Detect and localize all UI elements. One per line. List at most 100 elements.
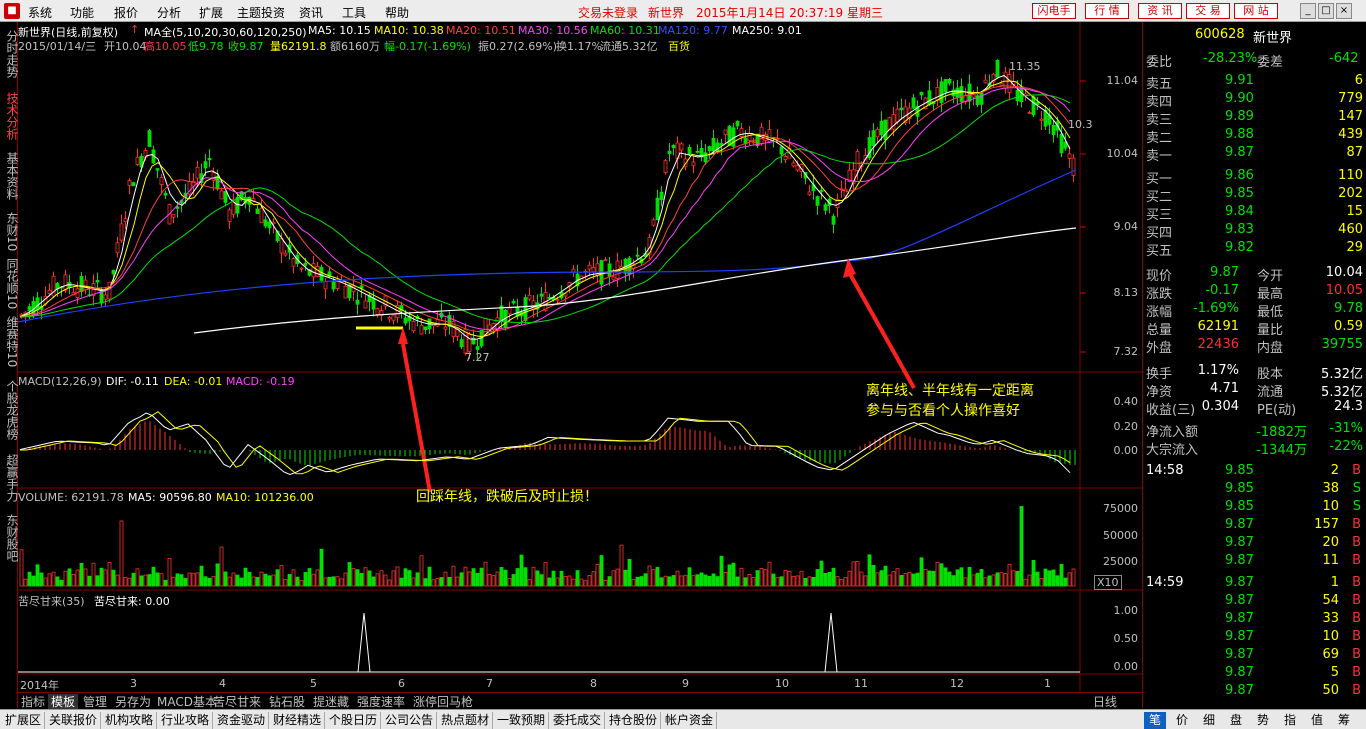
time-tick-4: 4 (219, 677, 226, 690)
right-tab-2[interactable]: 细 (1198, 712, 1220, 729)
side-tab-eastmoney[interactable]: 东财10 (0, 208, 19, 256)
nav-finance-picks[interactable]: 财经精选 (270, 712, 326, 729)
nav-positions[interactable]: 持仓股份 (606, 712, 662, 729)
tick-volume: 2 (1330, 463, 1339, 478)
volume-bar (715, 576, 720, 587)
flash-trade-button[interactable]: 闪电手 (1032, 3, 1076, 19)
menu-system[interactable]: 系统 (28, 4, 52, 21)
stat-value: -1.69% (1193, 301, 1239, 316)
tick-row: 9.87 5 B (1143, 664, 1366, 682)
sell-price: 9.90 (1225, 91, 1254, 106)
period-label[interactable]: 日线 (1090, 694, 1120, 710)
info-amount: 额6160万 (330, 40, 380, 53)
volume-bar (1067, 572, 1072, 587)
nav-consensus[interactable]: 一致预期 (494, 712, 550, 729)
tab-manage[interactable]: 管理 (80, 694, 110, 710)
side-tab-wst[interactable]: 维赛特10 (0, 314, 19, 370)
tab-save-as[interactable]: 另存为 (112, 694, 154, 710)
flow-percent: -22% (1329, 439, 1363, 454)
right-tab-6[interactable]: 值 (1306, 712, 1328, 729)
volume-bar (923, 568, 928, 587)
side-tab-intraday[interactable]: 分时走势 (0, 26, 19, 82)
volume-bar (43, 577, 48, 587)
buy-row: 买二 9.85 202 (1143, 185, 1366, 205)
side-tab-guba[interactable]: 东财股吧 (0, 510, 19, 566)
nav-stock-calendar[interactable]: 个股日历 (326, 712, 382, 729)
macd-tick-3: 0.00 (1113, 444, 1139, 457)
tab-strength[interactable]: 强度速率 (354, 694, 408, 710)
tab-template[interactable]: 模板 (48, 694, 79, 710)
menu-tools[interactable]: 工具 (342, 4, 366, 21)
candle-body (883, 119, 888, 141)
tick-row: 14:59 9.87 1 B (1143, 574, 1366, 592)
tab-kjgl[interactable]: 苦尽甘来 (210, 694, 264, 710)
tab-hide-seek[interactable]: 提迷藏 (310, 694, 352, 710)
volume-bar (83, 568, 88, 587)
side-tab-super[interactable]: 超赢手力 (0, 450, 19, 506)
candle-body (387, 317, 392, 320)
tab-diamond[interactable]: 钻石股 (266, 694, 308, 710)
right-tab-4[interactable]: 势 (1252, 712, 1274, 729)
tick-price: 9.87 (1225, 683, 1254, 698)
volume-bar (1059, 563, 1064, 587)
sell-volume: 779 (1338, 91, 1363, 106)
nav-extend-area[interactable]: 扩展区 (2, 712, 46, 729)
volume-bar (263, 573, 268, 587)
nav-linked-quotes[interactable]: 关联报价 (46, 712, 102, 729)
buy-row: 买五 9.82 29 (1143, 239, 1366, 259)
volume-bar (243, 567, 248, 587)
volume-bar (987, 575, 992, 587)
quote-button[interactable]: 行 情 (1085, 3, 1129, 19)
restore-icon[interactable]: □ (1318, 3, 1334, 19)
volume-bar (867, 554, 872, 587)
candle-body (195, 166, 200, 179)
volume-bar (895, 568, 900, 587)
nav-fund-driven[interactable]: 资金驱动 (214, 712, 270, 729)
tab-limit-up[interactable]: 涨停回马枪 (410, 694, 476, 710)
website-button[interactable]: 网 站 (1234, 3, 1278, 19)
close-icon[interactable]: × (1336, 3, 1352, 19)
candle-body (511, 300, 516, 304)
minimize-icon[interactable]: _ (1300, 3, 1316, 19)
nav-industry[interactable]: 行业攻略 (158, 712, 214, 729)
menu-extend[interactable]: 扩展 (199, 4, 223, 21)
candle-body (895, 108, 900, 123)
volume-bar (691, 575, 696, 587)
volume-bar (943, 567, 948, 587)
right-tab-5[interactable]: 指 (1279, 712, 1301, 729)
volume-bar (295, 576, 300, 587)
side-tab-technical[interactable]: 技术分析 (0, 88, 19, 144)
menu-quote[interactable]: 报价 (114, 4, 138, 21)
volume-bar (819, 560, 824, 587)
kline-canvas[interactable] (18, 22, 1142, 692)
menu-theme[interactable]: 主题投资 (237, 4, 285, 21)
nav-account[interactable]: 帐户资金 (662, 712, 718, 729)
volume-bar (79, 562, 84, 587)
volume-bar (955, 569, 960, 587)
tab-indicator[interactable]: 指标 (18, 694, 48, 710)
nav-announcements[interactable]: 公司公告 (382, 712, 438, 729)
side-tab-ths[interactable]: 同花顺10 (0, 258, 19, 310)
menu-help[interactable]: 帮助 (385, 4, 409, 21)
login-status[interactable]: 交易未登录 (578, 4, 638, 21)
menu-function[interactable]: 功能 (70, 4, 94, 21)
right-tab-1[interactable]: 价 (1171, 712, 1193, 729)
volume-bar (771, 573, 776, 587)
candle-body (79, 276, 84, 293)
news-button[interactable]: 资 讯 (1138, 3, 1182, 19)
menu-news[interactable]: 资讯 (299, 4, 323, 21)
candle-body (163, 192, 168, 196)
nav-institution[interactable]: 机构攻略 (102, 712, 158, 729)
nav-orders[interactable]: 委托成交 (550, 712, 606, 729)
kline-chart[interactable]: 新世界(日线,前复权) ↑ MA全(5,10,20,30,60,120,250)… (18, 22, 1142, 708)
nav-hot-topics[interactable]: 热点题材 (438, 712, 494, 729)
menu-analysis[interactable]: 分析 (157, 4, 181, 21)
trade-button[interactable]: 交 易 (1186, 3, 1230, 19)
right-tab-7[interactable]: 筹 (1333, 712, 1355, 729)
candle-body (703, 152, 708, 163)
right-tab-0[interactable]: 笔 (1144, 712, 1166, 729)
right-tab-3[interactable]: 盘 (1225, 712, 1247, 729)
side-tab-fundamentals[interactable]: 基本资料 (0, 148, 19, 204)
side-tab-dragon-tiger[interactable]: 个股龙虎榜 (0, 374, 19, 446)
volume-bar (883, 565, 888, 587)
